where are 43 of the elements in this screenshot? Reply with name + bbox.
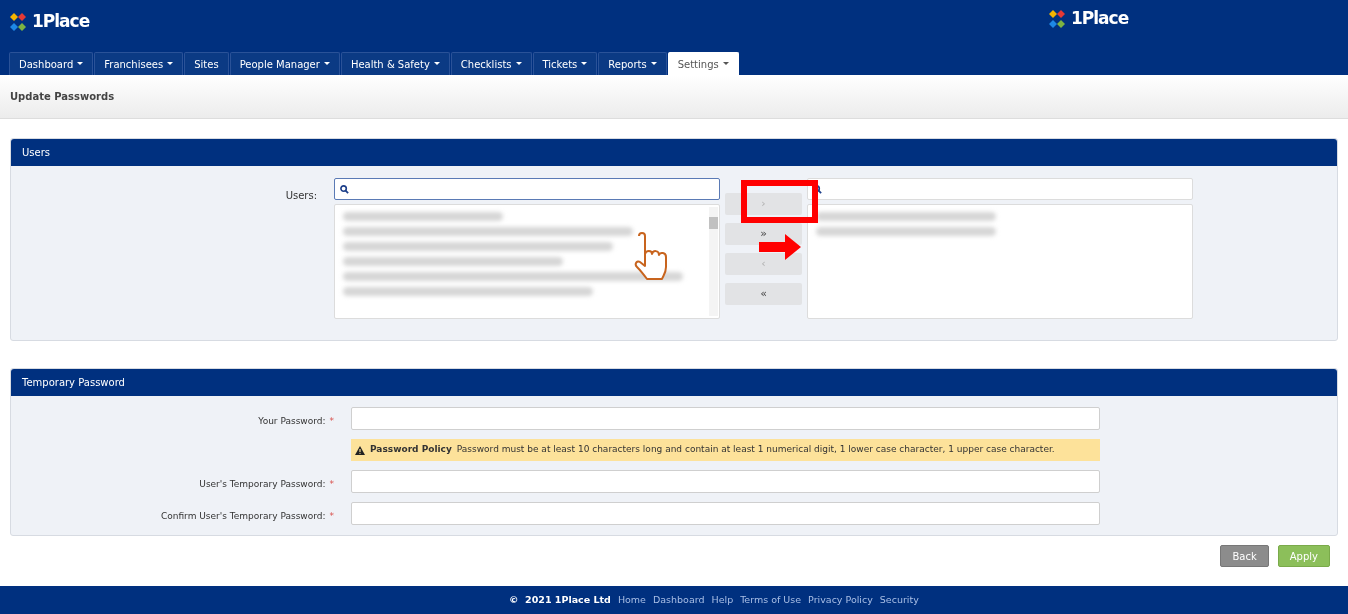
footer-link[interactable]: Dashboard [652,592,705,608]
field-label: User's Temporary Password: [199,478,326,489]
copyright-text: © 2021 1Place Ltd [509,592,611,607]
footer-link[interactable]: Terms of Use [740,592,802,608]
selected-user-list[interactable] [807,204,1193,319]
notice-title: Password Policy [370,443,452,457]
search-icon [340,184,349,194]
nav-tab[interactable]: Checklists [450,52,532,75]
field-label: Users: [285,190,317,201]
move-button[interactable]: « [725,283,802,305]
required-mark: * [329,478,334,489]
nav-tab[interactable]: Franchisees [94,52,184,75]
move-button[interactable]: » [725,223,802,245]
nav-tab[interactable]: Tickets [532,52,598,75]
field-label: Confirm User's Temporary Password: [160,510,326,521]
logo-icon [1047,8,1067,29]
panel-title: Users [22,146,50,160]
search-field[interactable] [334,178,720,200]
password-field[interactable] [351,470,1100,493]
password-field[interactable] [351,407,1100,430]
logo-text: 1Place [32,10,90,33]
nav-tab[interactable]: Sites [184,52,229,75]
required-mark: * [329,415,334,426]
logo-icon [8,11,28,32]
logo-text: 1Place [1071,7,1129,30]
password-field[interactable] [351,502,1100,525]
notice-text: Password must be at least 10 characters long and contain at least 1 numerical digit, 1 lower case character, 1 upper case character. [456,443,1055,457]
nav-tab[interactable]: Dashboard [9,52,94,75]
footer-link[interactable]: Privacy Policy [808,592,873,608]
footer-link[interactable]: Help [711,592,734,608]
footer-link[interactable]: Security [879,592,919,608]
panel-title: Temporary Password [22,376,125,390]
nav-tab[interactable]: Health & Safety [340,52,450,75]
field-label: Your Password: [258,415,326,426]
footer-link[interactable]: Home [617,592,646,608]
page-title: Update Passwords [10,90,115,104]
nav-tab[interactable]: Reports [598,52,667,75]
nav-tab[interactable]: Settings [667,52,739,75]
required-mark: * [329,510,334,521]
arrow-icon [759,234,801,260]
nav-tab[interactable]: People Manager [229,52,340,75]
warning-icon [355,445,365,455]
scrollbar[interactable] [709,207,718,316]
